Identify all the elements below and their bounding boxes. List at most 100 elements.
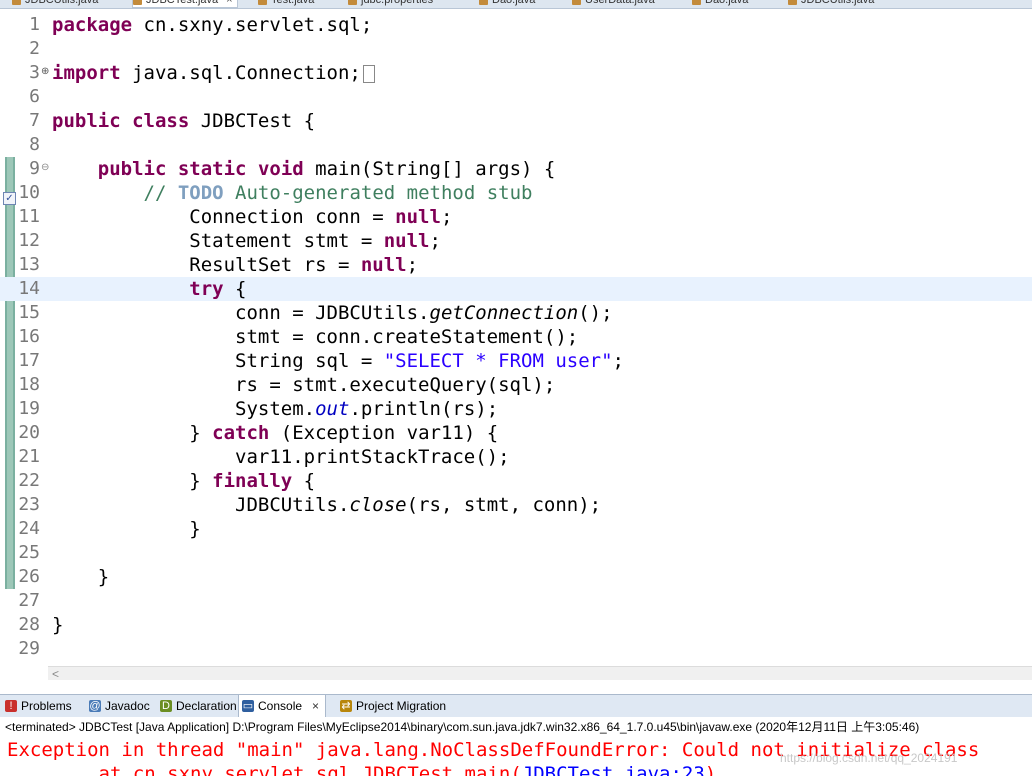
line-number: 6 [29,86,40,107]
code-token: System. [52,398,316,420]
editor-tab-label: JDBCUtils.java [25,0,99,6]
horizontal-scrollbar[interactable]: < [48,666,1032,681]
code-line[interactable]: 22 } finally { [0,469,1032,493]
code-token: class [132,110,190,132]
code-token: finally [212,470,293,492]
code-line[interactable]: 14 try { [0,277,1032,301]
close-tab-icon[interactable]: × [226,0,232,6]
tab-declaration[interactable]: D Declaration [157,695,237,717]
tab-label: Console [258,699,303,713]
code-line[interactable]: 13 ResultSet rs = null; [0,253,1032,277]
tab-javadoc[interactable]: @ Javadoc [86,695,150,717]
code-token: .println(rs); [349,398,499,420]
code-token: { [292,470,316,492]
code-line[interactable]: 25 [0,541,1032,565]
code-token: ; [429,230,441,252]
editor-tab-label: jdbc.properties [361,0,434,6]
editor-tab-label: JDBCUtils.java [801,0,875,6]
code-line[interactable]: 28} [0,613,1032,637]
code-line[interactable]: 24 } [0,517,1032,541]
editor-tab-0[interactable]: JDBCUtils.java [12,0,98,7]
tab-project-migration[interactable]: ⇄ Project Migration [337,695,446,717]
close-console-icon[interactable]: × [312,699,319,713]
code-text: } catch (Exception var11) { [52,421,498,445]
editor-tab-5[interactable]: UserData.java [572,0,655,7]
panel-separator [0,680,1032,694]
code-token: try [189,278,224,300]
code-line[interactable]: 1 package cn.sxny.servlet.sql; [0,13,1032,37]
collapse-fold-icon[interactable]: ⊖ [41,163,49,173]
tab-problems[interactable]: ! Problems [2,695,72,717]
code-token: (Exception var11) { [269,422,499,444]
tab-label: Javadoc [105,699,150,713]
line-number: 10 [18,182,40,203]
code-token: Connection conn = [52,206,396,228]
code-editor[interactable]: ✓ 1 package cn.sxny.servlet.sql; 2 3 ⊕ import… [0,9,1032,666]
code-text: rs = stmt.executeQuery(sql); [52,373,555,397]
collapsed-imports-icon[interactable] [362,64,375,83]
code-line[interactable]: 2 [0,37,1032,61]
tab-console[interactable]: ▭ Console × [238,695,327,717]
code-token: "SELECT * FROM user" [383,350,613,372]
code-token: TODO [177,182,224,204]
code-line[interactable]: 3 ⊕ import java.sql.Connection; [0,61,1032,85]
code-line[interactable]: 23 JDBCUtils.close(rs, stmt, conn); [0,493,1032,517]
code-line[interactable]: 18 rs = stmt.executeQuery(sql); [0,373,1032,397]
code-line[interactable]: 15 conn = JDBCUtils.getConnection(); [0,301,1032,325]
trace-source-link[interactable]: JDBCTest.java:23 [522,763,705,776]
code-line[interactable]: 21 var11.printStackTrace(); [0,445,1032,469]
code-token: rs = stmt.executeQuery(sql); [52,374,556,396]
line-number: 28 [18,614,40,635]
line-number: 15 [18,302,40,323]
code-text: System.out.println(rs); [52,397,498,421]
code-token: static [177,158,247,180]
code-token: conn = JDBCUtils. [52,302,430,324]
code-line[interactable]: 8 [0,133,1032,157]
line-number: 29 [18,638,40,659]
code-line[interactable]: 17 String sql = "SELECT * FROM user"; [0,349,1032,373]
console-status-line: <terminated> JDBCTest [Java Application]… [5,720,920,734]
scroll-left-icon[interactable]: < [52,667,59,681]
editor-tab-1[interactable]: JDBCTest.java × [132,0,238,8]
line-number: 18 [18,374,40,395]
code-token: var11.printStackTrace(); [52,446,510,468]
editor-tab-7[interactable]: JDBCUtils.java [788,0,874,7]
tab-label: Problems [21,699,72,713]
code-line[interactable]: 6 [0,85,1032,109]
editor-tab-4[interactable]: Dao.java [479,0,535,7]
code-line[interactable]: 26 } [0,565,1032,589]
editor-tab-3[interactable]: jdbc.properties [348,0,433,7]
code-line[interactable]: 10 // TODO Auto-generated method stub [0,181,1032,205]
line-number: 24 [18,518,40,539]
code-token: public [97,158,167,180]
editor-tab-label: JDBCTest.java [146,0,219,6]
code-token: main(String[] args) { [303,158,556,180]
code-token: } [52,422,213,444]
code-text: Statement stmt = null; [52,229,441,253]
code-text: conn = JDBCUtils.getConnection(); [52,301,613,325]
code-line[interactable]: 9 ⊖ public static void main(String[] args… [0,157,1032,181]
trace-suffix: ) [704,763,717,776]
code-line[interactable]: 16 stmt = conn.createStatement(); [0,325,1032,349]
line-number: 9 [29,158,40,179]
editor-tab-6[interactable]: Dao.java [692,0,748,7]
code-line[interactable]: 12 Statement stmt = null; [0,229,1032,253]
code-line[interactable]: 7 public class JDBCTest { [0,109,1032,133]
code-line[interactable]: 20 } catch (Exception var11) { [0,421,1032,445]
editor-tab-2[interactable]: Test.java [258,0,314,7]
code-text: JDBCUtils.close(rs, stmt, conn); [52,493,601,517]
line-number: 3 [29,62,40,83]
editor-tab-bar: JDBCUtils.java JDBCTest.java × Test.java jdb… [0,0,1032,9]
expand-fold-icon[interactable]: ⊕ [41,67,49,77]
code-text: public class JDBCTest { [52,109,315,133]
trace-prefix: at cn.sxny.servlet.sql.JDBCTest.main( [7,763,522,776]
code-token: // [143,182,178,204]
code-line[interactable]: 29 [0,637,1032,661]
code-line[interactable]: 19 System.out.println(rs); [0,397,1032,421]
javadoc-icon: @ [89,700,101,712]
code-line[interactable]: 27 [0,589,1032,613]
code-line[interactable]: 11 Connection conn = null; [0,205,1032,229]
code-text: try { [52,277,246,301]
